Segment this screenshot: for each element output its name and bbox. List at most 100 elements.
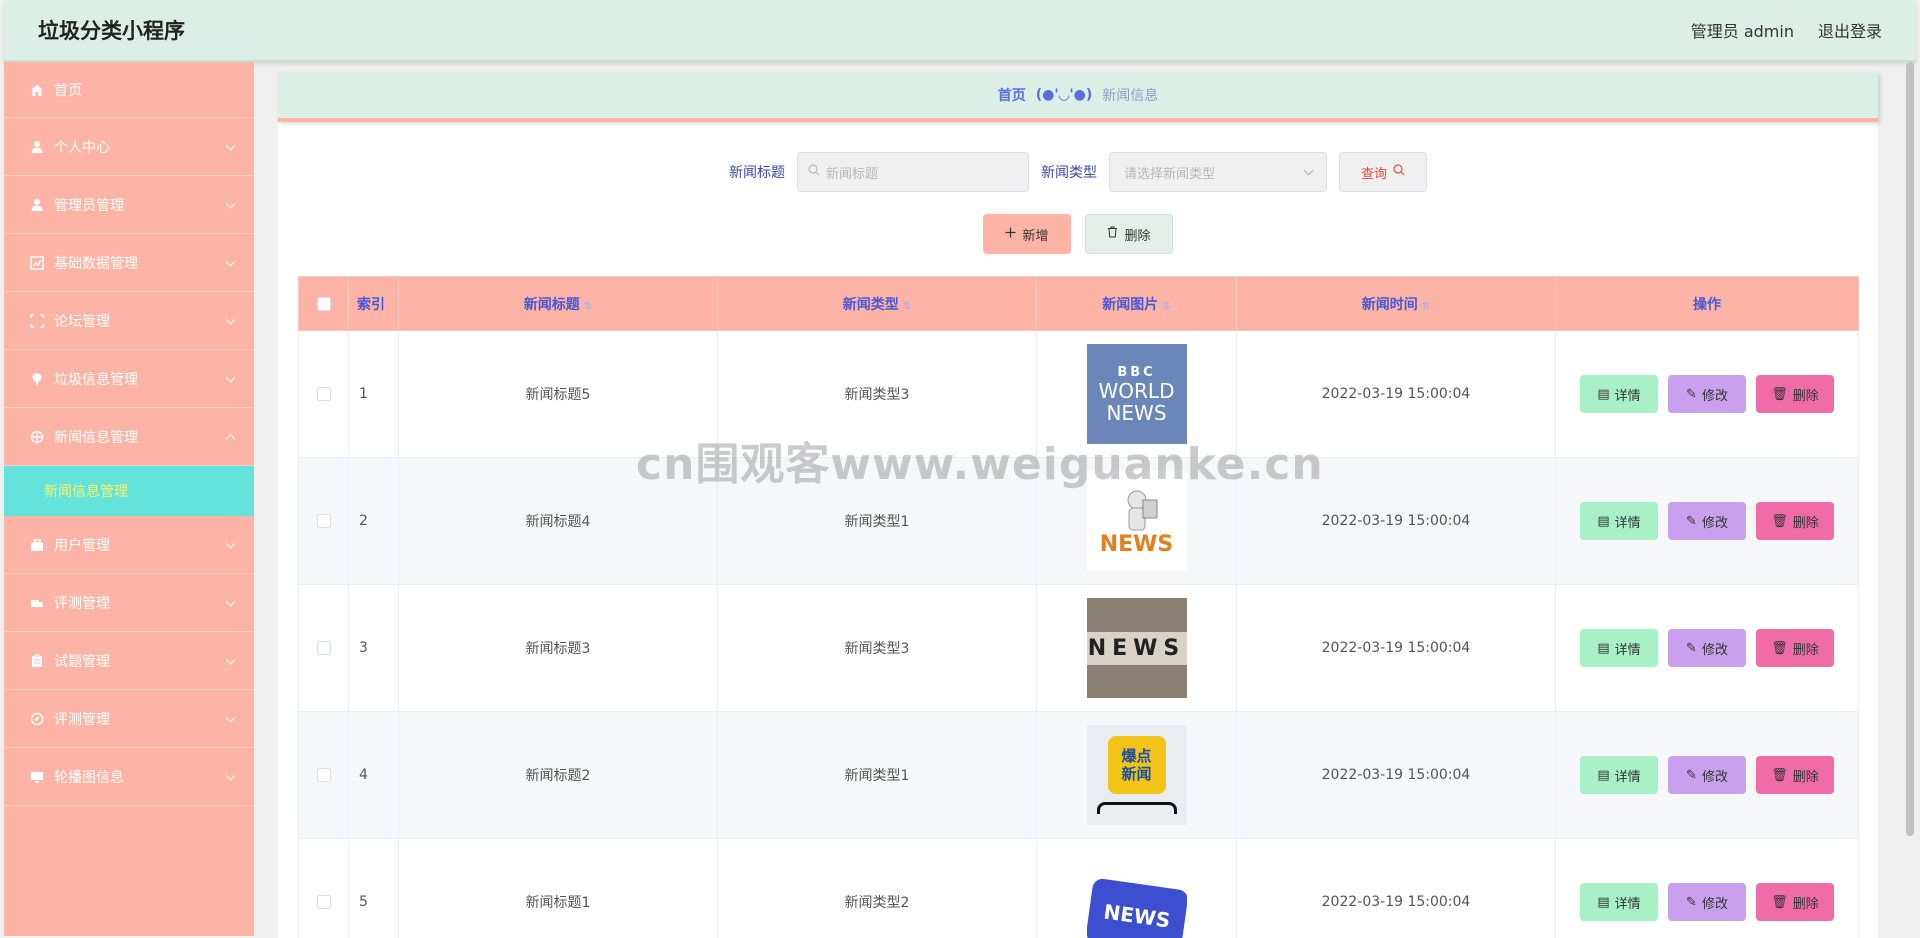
row-checkbox[interactable] xyxy=(316,641,331,655)
sidebar-item-evaluation-management[interactable]: 评测管理 xyxy=(4,574,254,632)
sidebar-item-label: 用户管理 xyxy=(54,537,110,554)
news-title-input[interactable]: 新闻标题 xyxy=(797,152,1029,192)
row-checkbox[interactable] xyxy=(316,768,331,782)
type-header-label: 新闻类型 xyxy=(842,296,899,313)
sidebar-item-user-management[interactable]: 用户管理 xyxy=(4,516,254,574)
detail-button[interactable]: ▤ 详情 xyxy=(1580,375,1658,413)
row-select-cell xyxy=(298,457,349,585)
edit-button[interactable]: ✎ 修改 xyxy=(1668,629,1746,667)
sidebar-item-label: 管理员管理 xyxy=(54,197,124,214)
trash-icon: 🗑︎ xyxy=(1771,386,1788,402)
breadcrumb: 首页 (●'◡'●) 新闻信息 xyxy=(278,72,1878,122)
row-checkbox[interactable] xyxy=(316,514,331,528)
sidebar-item-label: 首页 xyxy=(54,82,82,99)
sort-icon[interactable]: ⇅ xyxy=(584,301,592,312)
thumbnail-text: NEWS xyxy=(1086,631,1187,665)
time-header[interactable]: 新闻时间 ⇅ xyxy=(1236,276,1556,331)
type-header[interactable]: 新闻类型 ⇅ xyxy=(717,276,1037,331)
row-ops: ▤ 详情 ✎ 修改 🗑︎ 删除 xyxy=(1555,584,1859,712)
chevron-down-icon xyxy=(225,256,236,267)
delete-button[interactable]: 🗑︎ 删除 xyxy=(1756,502,1834,540)
pencil-icon: ✎ xyxy=(1686,767,1697,783)
breadcrumb-current: 新闻信息 xyxy=(1102,88,1159,104)
row-select-cell xyxy=(298,711,349,839)
sidebar-item-news-management[interactable]: 新闻信息管理 xyxy=(4,408,254,466)
row-ops: ▤ 详情 ✎ 修改 🗑︎ 删除 xyxy=(1555,330,1859,458)
news-thumbnail-blocks[interactable]: NEWS xyxy=(1086,598,1187,698)
delete-button[interactable]: 🗑︎ 删除 xyxy=(1756,883,1834,921)
truck-icon xyxy=(28,596,46,610)
home-icon xyxy=(28,83,46,97)
row-index: 4 xyxy=(348,711,399,839)
image-header[interactable]: 新闻图片 ⇅ xyxy=(1036,276,1237,331)
table-row: 5 新闻标题1 新闻类型2 NEWS 2022-03-19 15:00:04 ▤… xyxy=(298,838,1859,938)
delete-button[interactable]: 🗑︎ 删除 xyxy=(1756,629,1834,667)
chart-icon xyxy=(28,255,46,270)
title-header[interactable]: 新闻标题 ⇅ xyxy=(398,276,718,331)
row-time: 2022-03-19 15:00:04 xyxy=(1236,838,1556,938)
sidebar-item-forum[interactable]: 论坛管理 xyxy=(4,292,254,350)
sort-icon[interactable]: ⇅ xyxy=(903,301,911,312)
sidebar-subitem-news-management[interactable]: 新闻信息管理 xyxy=(4,466,254,516)
sidebar-item-basic-data[interactable]: 基础数据管理 xyxy=(4,234,254,292)
edit-button[interactable]: ✎ 修改 xyxy=(1668,502,1746,540)
row-ops: ▤ 详情 ✎ 修改 🗑︎ 删除 xyxy=(1555,711,1859,839)
row-type: 新闻类型1 xyxy=(717,457,1037,585)
scrollbar[interactable] xyxy=(1906,62,1914,836)
sidebar-item-question-management[interactable]: 试题管理 xyxy=(4,632,254,690)
delete-label: 删除 xyxy=(1792,515,1819,531)
edit-label: 修改 xyxy=(1701,896,1728,912)
edit-button[interactable]: ✎ 修改 xyxy=(1668,375,1746,413)
trash-icon: 🗑︎ xyxy=(1771,767,1788,783)
chevron-down-icon xyxy=(225,654,236,665)
action-bar: 新增 删除 xyxy=(278,214,1878,254)
sidebar-item-label: 基础数据管理 xyxy=(54,255,138,272)
sidebar-item-personal-center[interactable]: 个人中心 xyxy=(4,118,254,176)
thumbnail-text: NEWS xyxy=(1099,531,1174,557)
edit-button[interactable]: ✎ 修改 xyxy=(1668,883,1746,921)
query-button[interactable]: 查询 xyxy=(1339,152,1427,192)
sort-icon[interactable]: ⇅ xyxy=(1422,301,1430,312)
delete-label: 删除 xyxy=(1792,896,1819,912)
delete-button[interactable]: 🗑︎ 删除 xyxy=(1756,756,1834,794)
detail-button[interactable]: ▤ 详情 xyxy=(1580,502,1658,540)
table-row: 3 新闻标题3 新闻类型3 NEWS 2022-03-19 15:00:04 ▤… xyxy=(298,584,1859,712)
add-button[interactable]: 新增 xyxy=(983,214,1071,254)
breadcrumb-separator: (●'◡'●) xyxy=(1035,87,1093,103)
news-type-select[interactable]: 请选择新闻类型 xyxy=(1109,152,1327,192)
news-thumbnail-keyboard[interactable]: NEWS xyxy=(1086,852,1187,938)
sidebar-item-home[interactable]: 首页 xyxy=(4,62,254,118)
detail-label: 详情 xyxy=(1614,769,1641,785)
sort-icon[interactable]: ⇅ xyxy=(1162,301,1170,312)
detail-button[interactable]: ▤ 详情 xyxy=(1580,629,1658,667)
detail-button[interactable]: ▤ 详情 xyxy=(1580,883,1658,921)
breadcrumb-home[interactable]: 首页 xyxy=(998,85,1026,105)
delete-button[interactable]: 🗑︎ 删除 xyxy=(1756,375,1834,413)
pin-icon xyxy=(28,372,46,386)
row-index: 1 xyxy=(348,330,399,458)
row-checkbox[interactable] xyxy=(316,895,331,909)
news-thumbnail-figure[interactable]: NEWS xyxy=(1086,471,1187,571)
detail-button[interactable]: ▤ 详情 xyxy=(1580,756,1658,794)
sidebar-item-evaluation-management-2[interactable]: 评测管理 xyxy=(4,690,254,748)
user-name: 管理员 admin xyxy=(1690,22,1794,41)
news-thumbnail-bbc[interactable]: BBC WORLD NEWS xyxy=(1086,344,1187,444)
batch-delete-button[interactable]: 删除 xyxy=(1085,214,1173,254)
edit-button[interactable]: ✎ 修改 xyxy=(1668,756,1746,794)
thumbnail-text: NEWS xyxy=(1101,899,1172,933)
sidebar-item-admin-management[interactable]: 管理员管理 xyxy=(4,176,254,234)
row-checkbox[interactable] xyxy=(316,387,331,401)
sidebar-item-label: 轮播图信息 xyxy=(54,769,124,786)
select-all-checkbox[interactable] xyxy=(316,296,331,311)
news-title-label: 新闻标题 xyxy=(729,165,785,181)
logout-link[interactable]: 退出登录 xyxy=(1818,18,1882,42)
sidebar-item-garbage-info[interactable]: 垃圾信息管理 xyxy=(4,350,254,408)
sidebar-item-label: 个人中心 xyxy=(54,139,110,156)
user-icon xyxy=(28,198,46,212)
news-thumbnail-breaking[interactable]: 爆点 新闻 xyxy=(1086,725,1187,825)
news-title-placeholder: 新闻标题 xyxy=(826,166,879,182)
row-time: 2022-03-19 15:00:04 xyxy=(1236,457,1556,585)
sidebar-item-carousel-info[interactable]: 轮播图信息 xyxy=(4,748,254,806)
news-table: 索引 新闻标题 ⇅ 新闻类型 ⇅ 新闻图片 ⇅ 新闻时间 ⇅ 操作 1 新闻标题5 新闻… xyxy=(298,276,1859,938)
delete-label: 删除 xyxy=(1792,769,1819,785)
